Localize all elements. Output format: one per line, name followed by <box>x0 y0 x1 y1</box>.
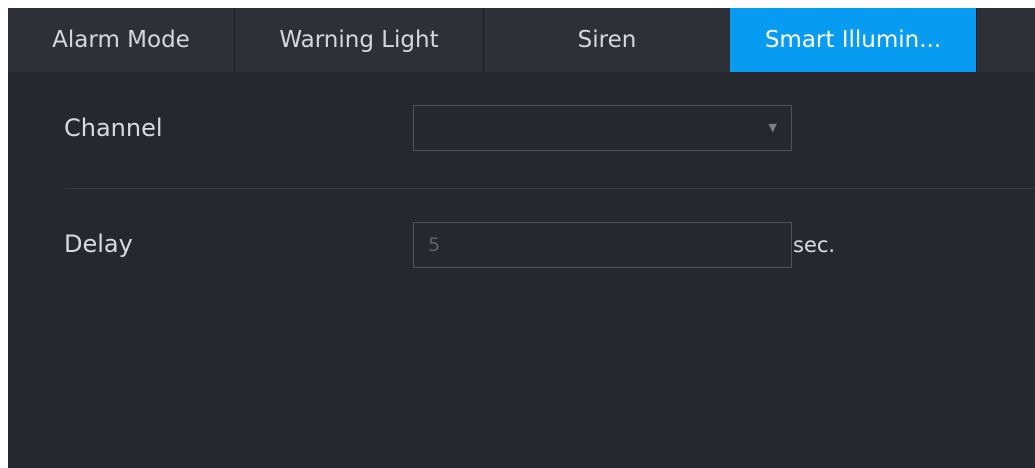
tab-smart-illumination[interactable]: Smart Illumin... <box>730 8 976 72</box>
caret-down-icon: ▼ <box>768 121 777 134</box>
tab-bar: Alarm Mode Warning Light Siren Smart Ill… <box>8 8 1035 72</box>
tab-alarm-mode[interactable]: Alarm Mode <box>8 8 235 72</box>
delay-label: Delay <box>64 230 133 258</box>
tab-warning-light[interactable]: Warning Light <box>235 8 484 72</box>
section-divider <box>66 188 1035 189</box>
channel-label: Channel <box>64 114 163 142</box>
delay-input[interactable] <box>413 222 792 268</box>
tab-bar-filler <box>976 8 1035 72</box>
channel-dropdown[interactable]: ▼ <box>413 105 792 151</box>
tab-siren[interactable]: Siren <box>484 8 730 72</box>
delay-unit-label: sec. <box>793 233 836 257</box>
smart-illumination-panel: Alarm Mode Warning Light Siren Smart Ill… <box>8 8 1035 468</box>
